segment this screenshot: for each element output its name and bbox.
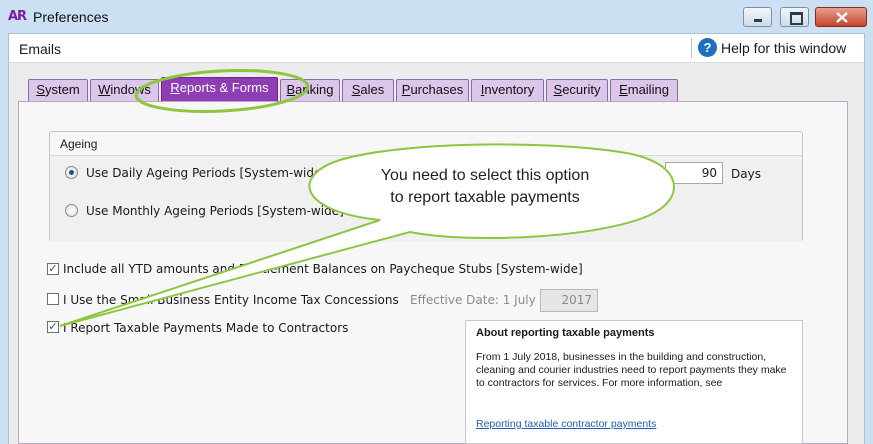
callout-text: You need to select this option to report… xyxy=(330,165,640,209)
tab-inventory[interactable]: Inventory xyxy=(471,79,544,101)
tab-label: ystem xyxy=(45,82,80,97)
tab-reports-forms[interactable]: Reports & Forms xyxy=(161,77,278,102)
tab-label: nventory xyxy=(484,82,535,97)
tab-label-mnemonic: S xyxy=(553,82,563,97)
tab-emailing[interactable]: Emailing xyxy=(610,79,678,101)
callout-line-2: to report taxable payments xyxy=(390,189,580,206)
ageing-title: Ageing xyxy=(60,137,98,151)
sbe-checkbox[interactable] xyxy=(47,293,59,305)
window-title: Preferences xyxy=(33,9,109,25)
about-title: About reporting taxable payments xyxy=(476,327,655,339)
tpar-checkbox[interactable]: ✓ xyxy=(47,321,59,333)
sbe-label: I Use the Small Business Entity Income T… xyxy=(63,293,399,307)
ageing-days-input[interactable]: 90 xyxy=(665,162,723,184)
help-icon[interactable]: ? xyxy=(698,38,717,57)
tab-label: urchases xyxy=(410,82,464,97)
tab-label: ales xyxy=(360,82,385,97)
effective-year-input[interactable]: 2017 xyxy=(540,289,598,312)
divider xyxy=(691,38,692,58)
tab-label-mnemonic: S xyxy=(36,82,45,97)
days-label: Days xyxy=(731,167,761,181)
tpar-label: I Report Taxable Payments Made to Contra… xyxy=(63,321,349,335)
close-icon xyxy=(836,12,848,23)
section-title: Emails xyxy=(19,41,62,57)
about-body: From 1 July 2018, businesses in the buil… xyxy=(476,351,787,389)
title-bar: AR Preferences xyxy=(0,0,873,33)
tab-label: ecurity xyxy=(562,82,601,97)
callout-line-1: You need to select this option xyxy=(380,167,590,184)
daily-ageing-radio[interactable] xyxy=(65,166,78,179)
help-link[interactable]: Help for this window xyxy=(721,40,846,56)
monthly-ageing-label: Use Monthly Ageing Periods [System-wide] xyxy=(86,204,344,218)
maximize-button[interactable] xyxy=(780,7,809,27)
tab-windows[interactable]: Windows xyxy=(90,79,159,101)
app-logo: AR xyxy=(8,9,27,24)
tab-label: indows xyxy=(110,82,151,97)
tab-label-mnemonic: B xyxy=(286,82,296,97)
tab-label: anking xyxy=(295,82,334,97)
tab-label: eports & Forms xyxy=(179,80,269,95)
tab-label: mailing xyxy=(627,82,669,97)
minimize-button[interactable] xyxy=(743,7,772,27)
monthly-ageing-radio[interactable] xyxy=(65,204,78,217)
maximize-icon xyxy=(790,12,803,25)
ytd-label: Include all YTD amounts and Entitlement … xyxy=(63,262,583,276)
tab-label-mnemonic: W xyxy=(98,82,111,97)
header-bar: Emails ? Help for this window xyxy=(8,33,865,63)
tab-sales[interactable]: Sales xyxy=(342,79,394,101)
tab-security[interactable]: Security xyxy=(546,79,608,101)
tab-banking[interactable]: Banking xyxy=(280,79,340,101)
close-button[interactable] xyxy=(815,7,867,27)
minimize-icon xyxy=(754,19,762,22)
tab-system[interactable]: System xyxy=(28,79,88,101)
effective-date-label: Effective Date: 1 July xyxy=(410,293,536,307)
tab-purchases[interactable]: Purchases xyxy=(396,79,469,101)
tab-label-mnemonic: R xyxy=(170,80,180,95)
about-link[interactable]: Reporting taxable contractor payments xyxy=(476,418,656,430)
tab-label-mnemonic: E xyxy=(619,82,628,97)
daily-ageing-label: Use Daily Ageing Periods [System-wide] xyxy=(86,166,327,180)
ytd-checkbox[interactable]: ✓ xyxy=(47,263,59,275)
